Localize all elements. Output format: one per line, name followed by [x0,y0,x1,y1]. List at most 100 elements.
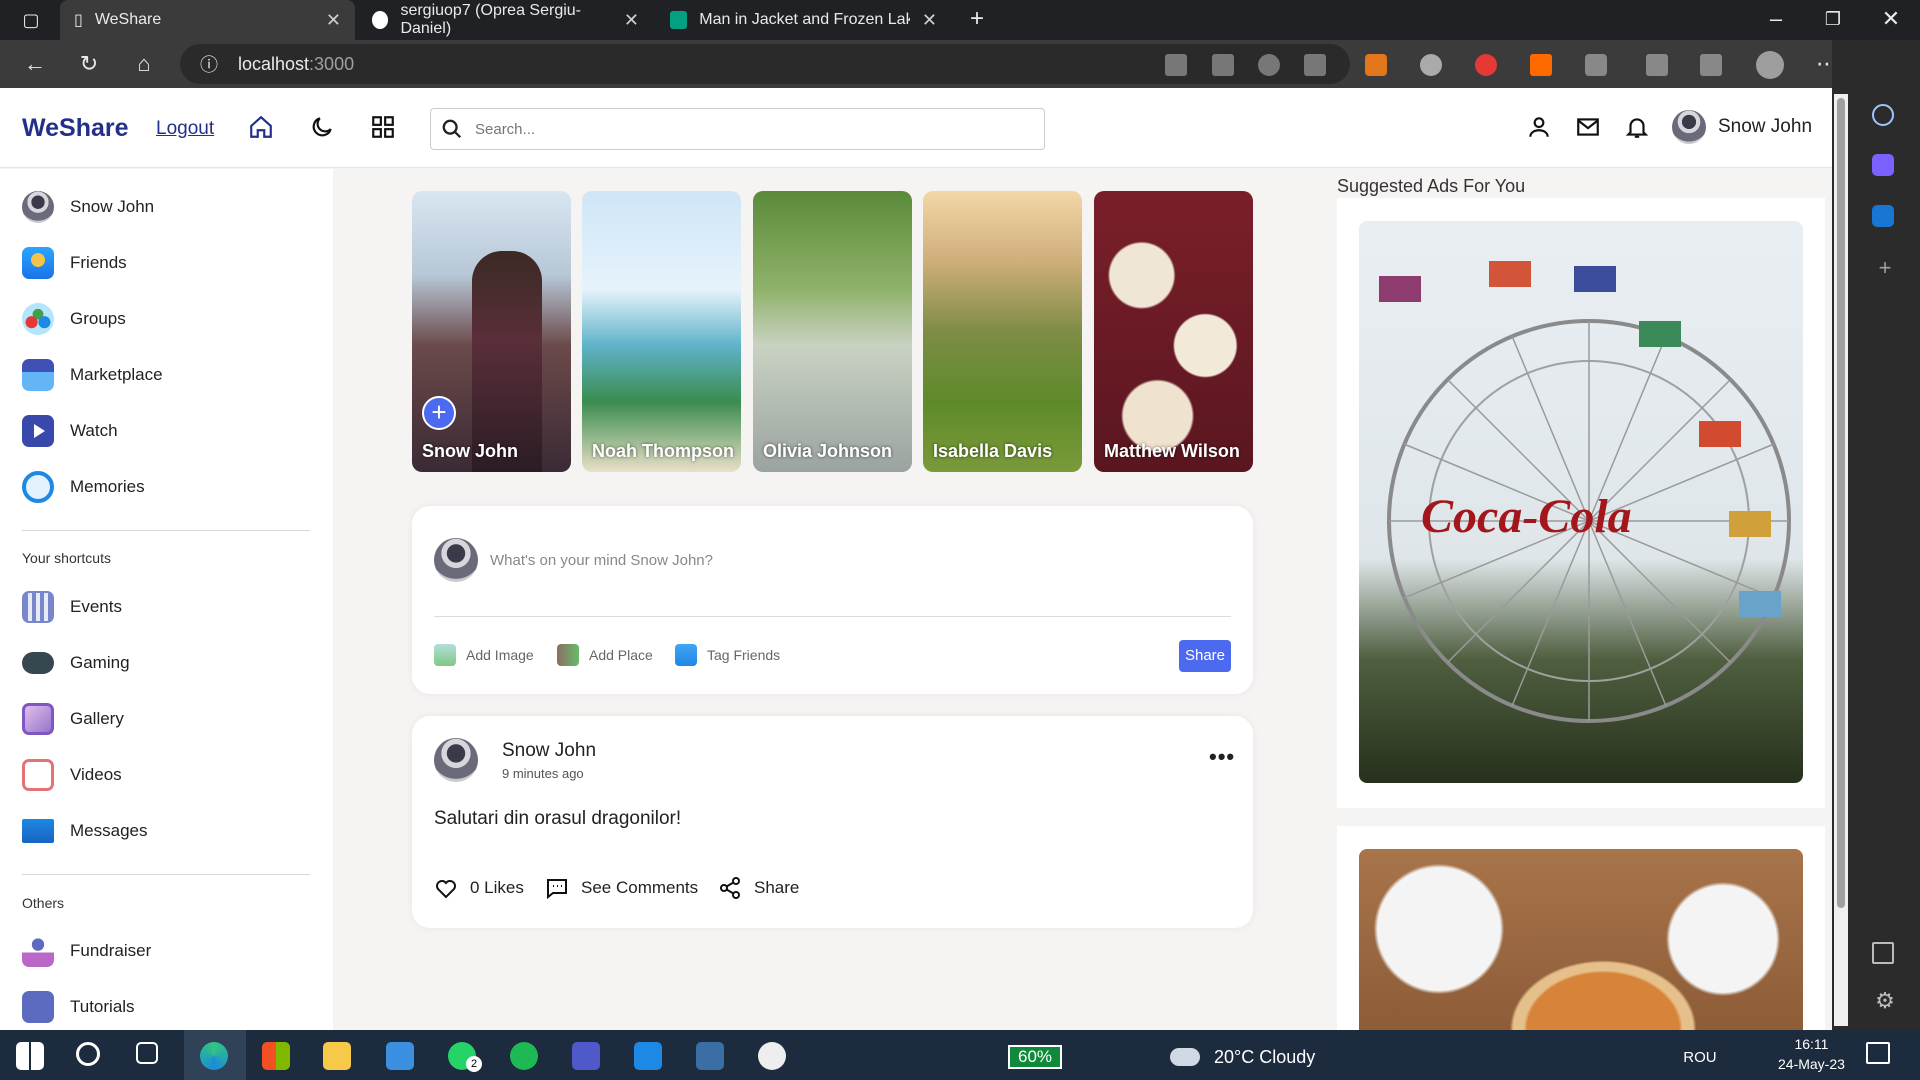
story-card[interactable]: Matthew Wilson [1094,191,1253,472]
like-button[interactable]: 0 Likes [434,876,524,900]
vscode-icon[interactable] [634,1042,662,1070]
add-image-button[interactable]: Add Image [434,644,534,666]
sidebar-item-gallery[interactable]: Gallery [22,701,124,737]
extension-fire-icon[interactable] [1530,54,1552,76]
sidebar-item-marketplace[interactable]: Marketplace [22,357,163,393]
apps-grid-icon[interactable] [370,114,396,140]
sidebar-item-videos[interactable]: Videos [22,757,122,793]
github-icon [372,11,389,29]
profile-icon[interactable] [1756,51,1784,79]
new-tab-icon[interactable]: + [966,7,988,31]
percent-extension-icon[interactable] [1420,54,1442,76]
task-view-icon[interactable] [136,1042,158,1064]
tab-title: sergiuop7 (Oprea Sergiu-Daniel) [400,2,581,37]
search-sidebar-icon[interactable] [1872,104,1894,126]
spotify-icon[interactable] [510,1042,538,1070]
outlook-icon[interactable] [1872,205,1894,227]
weather-text[interactable]: 20°C Cloudy [1214,1047,1315,1068]
extensions-icon[interactable] [1585,54,1607,76]
site-info-icon[interactable]: ⓘ [200,51,218,77]
close-tab-icon[interactable]: ✕ [922,10,937,31]
sidebar-item-profile[interactable]: Snow John [22,189,154,225]
scrollbar-thumb[interactable] [1837,98,1845,908]
sidebar-item-memories[interactable]: Memories [22,469,145,505]
post-author[interactable]: Snow John [502,740,596,762]
ad-card[interactable] [1337,826,1825,1030]
search-input[interactable] [475,120,975,138]
tab-actions-icon[interactable]: ▢ [20,9,42,31]
start-icon[interactable] [16,1042,44,1070]
share-post-button[interactable]: Share [718,876,799,900]
dark-mode-icon[interactable] [309,114,335,140]
search-taskbar-icon[interactable] [76,1042,100,1066]
language-indicator[interactable]: ROU [1683,1049,1716,1066]
store-icon[interactable] [262,1042,290,1070]
add-story-button[interactable]: + [422,396,456,430]
add-sidebar-icon[interactable]: + [1874,257,1896,279]
mail-app-icon[interactable] [386,1042,414,1070]
tab-github[interactable]: sergiuop7 (Oprea Sergiu-Daniel) ✕ [358,0,653,40]
settings-gear-icon[interactable]: ⚙ [1874,990,1896,1012]
post-input[interactable]: What's on your mind Snow John? [490,552,713,569]
story-card[interactable]: Olivia Johnson [753,191,912,472]
tag-friends-button[interactable]: Tag Friends [675,644,780,666]
split-screen-icon[interactable] [1872,942,1894,964]
story-card[interactable]: Isabella Davis [923,191,1082,472]
clock[interactable]: 16:11 24-May-23 [1778,1034,1845,1074]
user-menu[interactable]: Snow John [1672,110,1812,144]
refresh-icon[interactable]: ↻ [78,53,100,75]
share-button[interactable]: Share [1179,640,1231,672]
tag-friends-label: Tag Friends [707,647,781,663]
home-icon[interactable]: ⌂ [133,53,155,75]
read-aloud-icon[interactable] [1212,54,1234,76]
story-card[interactable]: + Snow John [412,191,571,472]
sidebar-item-messages[interactable]: Messages [22,813,147,849]
shopping-icon[interactable] [1872,154,1894,176]
collections-icon[interactable] [1700,54,1722,76]
app-logo[interactable]: WeShare [22,114,129,143]
app-icon[interactable] [696,1042,724,1070]
metamask-icon[interactable] [1365,54,1387,76]
teams-icon[interactable] [572,1042,600,1070]
close-tab-icon[interactable]: ✕ [326,10,341,31]
tab-weshare[interactable]: ▯ WeShare ✕ [60,0,355,40]
ad-brand-logo: Coca-Cola [1421,490,1632,543]
key-icon[interactable] [1165,54,1187,76]
file-explorer-icon[interactable] [323,1042,351,1070]
home-nav-icon[interactable] [248,114,274,140]
more-options-icon[interactable]: ••• [1209,744,1235,770]
search-box[interactable] [430,108,1045,150]
friends-icon [675,644,697,666]
sidebar-item-fundraiser[interactable]: Fundraiser [22,933,151,969]
sidebar-item-events[interactable]: Events [22,589,122,625]
maximize-icon[interactable]: ❐ [1822,8,1844,30]
story-card[interactable]: Noah Thompson [582,191,741,472]
close-tab-icon[interactable]: ✕ [624,10,639,31]
tab-pexels[interactable]: Man in Jacket and Frozen Lake ar ✕ [656,0,951,40]
back-icon[interactable]: ← [24,53,46,75]
ad-card[interactable]: Coca-Cola [1337,198,1825,808]
page-scrollbar[interactable] [1834,94,1848,1026]
sidebar-item-gaming[interactable]: Gaming [22,645,130,681]
close-window-icon[interactable]: ✕ [1880,8,1902,30]
logout-link[interactable]: Logout [156,118,214,140]
sidebar-item-watch[interactable]: Watch [22,413,118,449]
ad-image: Coca-Cola [1359,221,1803,783]
sidebar-item-tutorials[interactable]: Tutorials [22,989,135,1025]
sidebar-item-friends[interactable]: Friends [22,245,127,281]
profile-icon[interactable] [1526,114,1552,140]
mail-icon[interactable] [1575,114,1601,140]
zoom-out-icon[interactable] [1258,54,1280,76]
extension-red-icon[interactable] [1475,54,1497,76]
notifications-bell-icon[interactable] [1624,114,1650,140]
sidebar-item-groups[interactable]: Groups [22,301,126,337]
favorites-icon[interactable] [1646,54,1668,76]
wamp-icon[interactable] [758,1042,786,1070]
favorite-add-icon[interactable] [1304,54,1326,76]
add-place-button[interactable]: Add Place [557,644,653,666]
comments-button[interactable]: See Comments [545,876,698,900]
edge-icon[interactable] [200,1042,228,1070]
minimize-icon[interactable]: – [1765,8,1787,30]
notification-center-icon[interactable] [1866,1042,1890,1064]
battery-indicator[interactable]: 60% [1008,1045,1063,1069]
